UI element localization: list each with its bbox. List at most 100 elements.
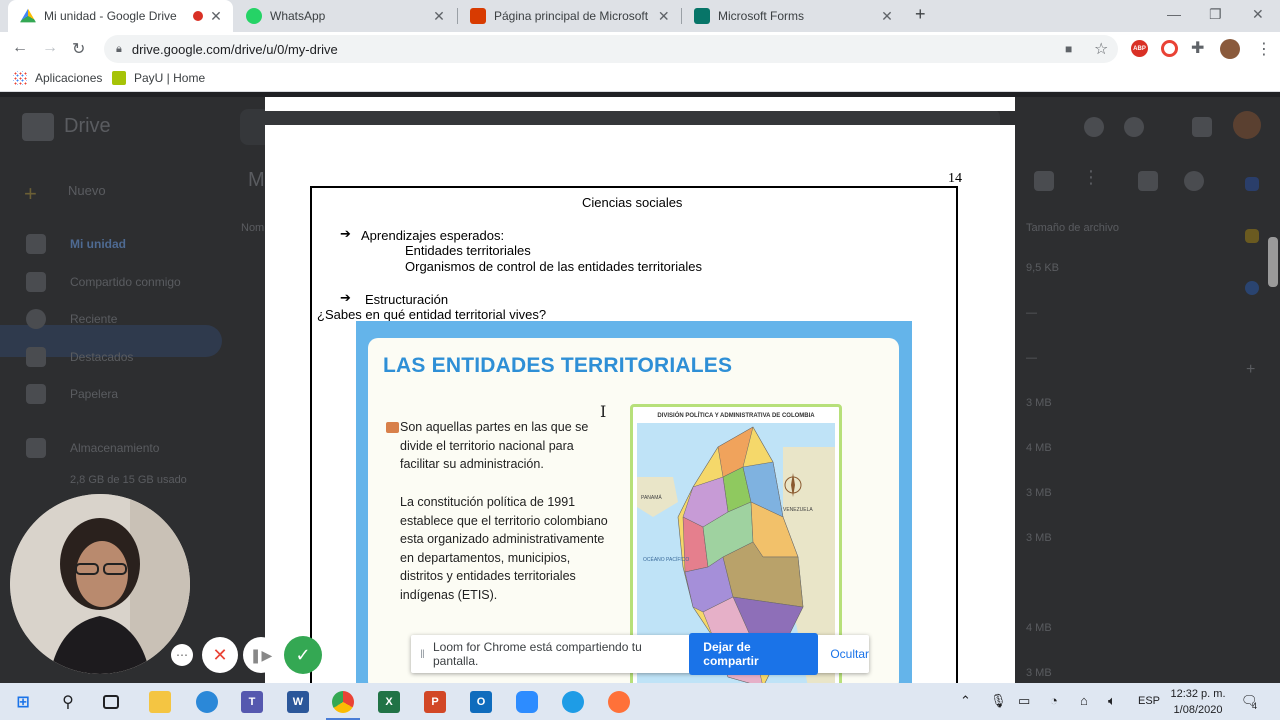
extensions-puzzle-icon[interactable]: ✚ — [1191, 38, 1204, 58]
powerpoint-icon[interactable]: P — [424, 691, 446, 713]
sharing-message: Loom for Chrome está compartiendo tu pan… — [432, 640, 642, 668]
bookmark-star-icon[interactable]: ☆ — [1094, 39, 1108, 59]
tab-title: Mi unidad - Google Drive — [44, 9, 177, 23]
camera-icon[interactable]: ■ — [1065, 42, 1072, 56]
volume-icon[interactable]: 🔈︎ — [1108, 693, 1116, 709]
file-size: 3 MB — [1026, 532, 1052, 544]
reload-icon[interactable]: ↻ — [72, 39, 85, 59]
storage-icon — [26, 438, 46, 458]
bookmark-payu[interactable]: PayU | Home — [112, 71, 205, 85]
file-size: 4 MB — [1026, 442, 1052, 454]
stop-sharing-button[interactable]: Dejar de compartir — [689, 633, 819, 675]
nav-storage[interactable]: Almacenamiento — [70, 441, 159, 455]
bookmark-apps[interactable]: Aplicaciones — [13, 71, 102, 85]
browser-toolbar: ← → ↻ 🔒︎ drive.google.com/drive/u/0/my-d… — [0, 32, 1280, 66]
more-options-icon[interactable]: ⋮ — [1082, 167, 1100, 188]
word-icon[interactable]: W — [287, 691, 309, 713]
slide-paragraph-line: divide el territorio nacional para — [400, 438, 574, 453]
list-view-icon[interactable] — [1138, 171, 1158, 191]
file-size: 9,5 KB — [1026, 262, 1060, 274]
address-text: drive.google.com/drive/u/0/my-drive — [131, 41, 338, 57]
hide-button[interactable]: Ocultar — [830, 647, 869, 661]
close-window-icon[interactable]: ✕ — [1252, 6, 1264, 23]
profile-avatar[interactable] — [1220, 39, 1240, 59]
details-info-icon[interactable] — [1184, 171, 1204, 191]
slide-paragraph-line: distritos y entidades territoriales — [400, 569, 576, 583]
calendar-addon-icon[interactable] — [1245, 177, 1259, 191]
back-icon[interactable]: ← — [12, 39, 28, 57]
page-number: 14 — [948, 171, 962, 186]
tasks-addon-icon[interactable] — [1245, 281, 1259, 295]
nav-shared[interactable]: Compartido conmigo — [70, 275, 181, 289]
drag-handle-icon[interactable]: ‖ — [420, 647, 425, 661]
question-text: ¿Sabes en qué entidad territorial vives? — [317, 307, 547, 322]
windows-taskbar: ⊞ ⚲ T W X P O ⌃ 🎙︎ ▭ ◔ ⌂ 🔈︎ ESP 12:32 p.… — [0, 683, 1280, 720]
new-tab-icon[interactable]: + — [915, 4, 926, 25]
tab-drive[interactable]: Mi unidad - Google Drive ✕ — [8, 0, 233, 32]
zoom-icon[interactable] — [516, 691, 538, 713]
task-view-icon[interactable] — [103, 695, 119, 709]
tab-forms[interactable]: Microsoft Forms ✕ — [682, 0, 904, 32]
new-button[interactable]: Nuevo — [68, 183, 106, 198]
tray-chevron-icon[interactable]: ⌃ — [960, 693, 971, 709]
forms-icon — [694, 8, 710, 24]
keep-addon-icon[interactable] — [1245, 229, 1259, 243]
slide-paragraph-line: establece que el territorio colombiano — [400, 513, 608, 528]
outlook-letter: O — [476, 696, 486, 708]
webcam-bubble[interactable] — [10, 494, 190, 674]
restore-icon[interactable]: ❐ — [1209, 6, 1222, 23]
pause-recording-icon[interactable]: ❚▶ — [243, 637, 279, 673]
drive-app-name: Drive — [64, 115, 111, 137]
outlook-icon[interactable]: O — [470, 691, 492, 713]
excel-letter: X — [385, 696, 393, 708]
edge-icon[interactable] — [562, 691, 584, 713]
cancel-recording-icon[interactable]: ✕ — [202, 637, 238, 673]
forward-icon[interactable]: → — [42, 39, 58, 57]
whatsapp-icon — [246, 8, 262, 24]
file-explorer-icon[interactable] — [149, 691, 171, 713]
nav-my-drive[interactable]: Mi unidad — [70, 237, 126, 251]
clock[interactable]: 12:32 p. m. 1/08/2020 — [1168, 686, 1228, 718]
learning-item: Organismos de control de las entidades t… — [405, 259, 702, 274]
nav-recent[interactable]: Reciente — [70, 312, 117, 326]
scrollbar-thumb[interactable] — [1268, 237, 1278, 287]
loom-extension-icon[interactable] — [1161, 40, 1178, 57]
structure-title: Estructuración — [365, 292, 449, 307]
edge-legacy-icon[interactable] — [196, 691, 218, 713]
language-indicator[interactable]: ESP — [1138, 695, 1160, 707]
settings-gear-icon[interactable] — [1124, 117, 1144, 137]
trash-icon — [26, 384, 46, 404]
nav-starred[interactable]: Destacados — [70, 350, 133, 364]
tab-whatsapp[interactable]: WhatsApp ✕ — [234, 0, 456, 32]
shared-icon — [26, 272, 46, 292]
excel-icon[interactable]: X — [378, 691, 400, 713]
finish-recording-icon[interactable]: ✓ — [284, 636, 322, 674]
account-avatar[interactable] — [1233, 111, 1261, 139]
firefox-icon[interactable] — [608, 691, 630, 713]
search-icon[interactable]: ⚲ — [57, 691, 79, 713]
help-icon[interactable] — [1084, 117, 1104, 137]
document-page: 14 Ciencias sociales ➔ Aprendizajes espe… — [265, 125, 1015, 685]
wifi-icon[interactable]: ◔ — [1050, 693, 1058, 708]
address-bar[interactable]: 🔒︎ drive.google.com/drive/u/0/my-drive — [104, 35, 1118, 63]
tab-office[interactable]: Página principal de Microsoft Offi ✕ — [458, 0, 680, 32]
start-icon[interactable]: ⊞ — [12, 691, 34, 713]
close-tab-icon[interactable]: ✕ — [432, 8, 446, 25]
minimize-icon[interactable]: — — [1167, 6, 1181, 22]
microphone-icon[interactable]: 🎙︎ — [990, 693, 1007, 709]
close-tab-icon[interactable]: ✕ — [880, 8, 894, 25]
network-icon[interactable]: ⌂ — [1080, 693, 1088, 708]
chrome-icon[interactable] — [332, 691, 354, 713]
new-plus-icon: + — [24, 181, 37, 206]
grid-view-icon[interactable] — [1034, 171, 1054, 191]
close-tab-icon[interactable]: ✕ — [209, 8, 223, 25]
add-addon-icon[interactable]: + — [1246, 361, 1255, 379]
battery-icon[interactable]: ▭ — [1018, 693, 1030, 709]
close-tab-icon[interactable]: ✕ — [657, 8, 670, 25]
nav-trash[interactable]: Papelera — [70, 387, 118, 401]
adblock-icon[interactable]: ABP — [1131, 40, 1148, 57]
chrome-menu-icon[interactable]: ⋮ — [1256, 39, 1272, 59]
more-options-icon[interactable]: ⋯ — [171, 644, 193, 666]
google-apps-icon[interactable] — [1192, 117, 1212, 137]
teams-icon[interactable]: T — [241, 691, 263, 713]
